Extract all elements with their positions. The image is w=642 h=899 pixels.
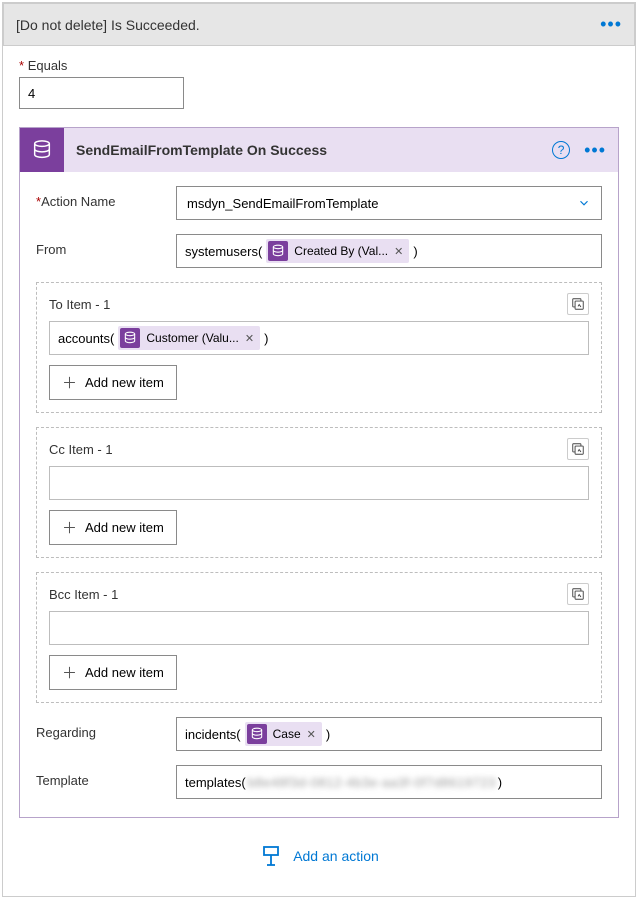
bcc-dynamic-content-icon[interactable] — [567, 583, 589, 605]
plus-icon: ＋ — [62, 662, 77, 683]
to-input[interactable]: accounts( Customer (Valu... ✕ ) — [49, 321, 589, 355]
from-input[interactable]: systemusers( Created By (Val... ✕ ) — [176, 234, 602, 268]
bcc-add-label: Add new item — [85, 665, 164, 680]
action-menu-icon[interactable]: ••• — [584, 140, 606, 161]
template-guid-blurred: b8e48f3d-0812-4b3e-aa3f-0f7d8619723 — [248, 775, 496, 790]
to-label: To Item - 1 — [49, 297, 110, 312]
row-from: From systemusers( Created By (Val... ✕ — [36, 234, 602, 268]
database-icon — [247, 724, 267, 744]
regarding-token-label: Case — [273, 727, 301, 741]
to-section: To Item - 1 accounts( Customer (Valu... — [36, 282, 602, 413]
action-card-body: *Action Name msdyn_SendEmailFromTemplate… — [20, 172, 618, 817]
to-prefix: accounts( — [58, 331, 114, 346]
bcc-section: Bcc Item - 1 ＋ Add new item — [36, 572, 602, 703]
equals-input[interactable] — [19, 77, 184, 109]
regarding-input[interactable]: incidents( Case ✕ ) — [176, 717, 602, 751]
bcc-label: Bcc Item - 1 — [49, 587, 118, 602]
from-suffix: ) — [413, 244, 417, 259]
regarding-suffix: ) — [326, 727, 330, 742]
action-name-value: msdyn_SendEmailFromTemplate — [187, 196, 378, 211]
template-label: Template — [36, 765, 176, 788]
action-card-title: SendEmailFromTemplate On Success — [76, 142, 552, 158]
bcc-add-item-button[interactable]: ＋ Add new item — [49, 655, 177, 690]
add-action-button[interactable]: Add an action — [19, 818, 619, 878]
row-regarding: Regarding incidents( Case ✕ ) — [36, 717, 602, 751]
dataverse-icon — [20, 128, 64, 172]
template-suffix: ) — [498, 775, 502, 790]
to-token-label: Customer (Valu... — [146, 331, 238, 345]
from-label: From — [36, 234, 176, 257]
equals-label: * Equals — [19, 58, 619, 73]
row-action-name: *Action Name msdyn_SendEmailFromTemplate — [36, 186, 602, 220]
from-token-label: Created By (Val... — [294, 244, 388, 258]
add-action-label: Add an action — [293, 848, 379, 864]
chevron-down-icon — [577, 196, 591, 210]
condition-header[interactable]: [Do not delete] Is Succeeded. ••• — [3, 3, 635, 46]
cc-add-item-button[interactable]: ＋ Add new item — [49, 510, 177, 545]
condition-menu-icon[interactable]: ••• — [600, 14, 622, 35]
action-card-header[interactable]: SendEmailFromTemplate On Success ? ••• — [20, 128, 618, 172]
database-icon — [120, 328, 140, 348]
regarding-prefix: incidents( — [185, 727, 241, 742]
action-card: SendEmailFromTemplate On Success ? ••• *… — [19, 127, 619, 818]
cc-label: Cc Item - 1 — [49, 442, 113, 457]
database-icon — [268, 241, 288, 261]
to-token[interactable]: Customer (Valu... ✕ — [118, 326, 260, 350]
condition-title: [Do not delete] Is Succeeded. — [16, 17, 200, 33]
condition-card-container: [Do not delete] Is Succeeded. ••• * Equa… — [2, 2, 636, 897]
regarding-label: Regarding — [36, 717, 176, 740]
help-icon[interactable]: ? — [552, 141, 570, 159]
cc-dynamic-content-icon[interactable] — [567, 438, 589, 460]
to-suffix: ) — [264, 331, 268, 346]
cc-add-label: Add new item — [85, 520, 164, 535]
bcc-input[interactable] — [49, 611, 589, 645]
row-template: Template templates( b8e48f3d-0812-4b3e-a… — [36, 765, 602, 799]
cc-input[interactable] — [49, 466, 589, 500]
to-dynamic-content-icon[interactable] — [567, 293, 589, 315]
plus-icon: ＋ — [62, 517, 77, 538]
card-body: * Equals SendEmailFromTemplate On Succes… — [3, 46, 635, 896]
template-input[interactable]: templates( b8e48f3d-0812-4b3e-aa3f-0f7d8… — [176, 765, 602, 799]
template-prefix: templates( — [185, 775, 246, 790]
from-token[interactable]: Created By (Val... ✕ — [266, 239, 409, 263]
to-add-label: Add new item — [85, 375, 164, 390]
regarding-token-remove-icon[interactable]: ✕ — [307, 728, 316, 741]
regarding-token[interactable]: Case ✕ — [245, 722, 322, 746]
action-name-label: *Action Name — [36, 186, 176, 209]
action-name-select[interactable]: msdyn_SendEmailFromTemplate — [176, 186, 602, 220]
to-add-item-button[interactable]: ＋ Add new item — [49, 365, 177, 400]
from-prefix: systemusers( — [185, 244, 262, 259]
cc-section: Cc Item - 1 ＋ Add new item — [36, 427, 602, 558]
plus-icon: ＋ — [62, 372, 77, 393]
add-action-icon — [259, 844, 283, 868]
to-token-remove-icon[interactable]: ✕ — [245, 332, 254, 345]
from-token-remove-icon[interactable]: ✕ — [394, 245, 403, 258]
